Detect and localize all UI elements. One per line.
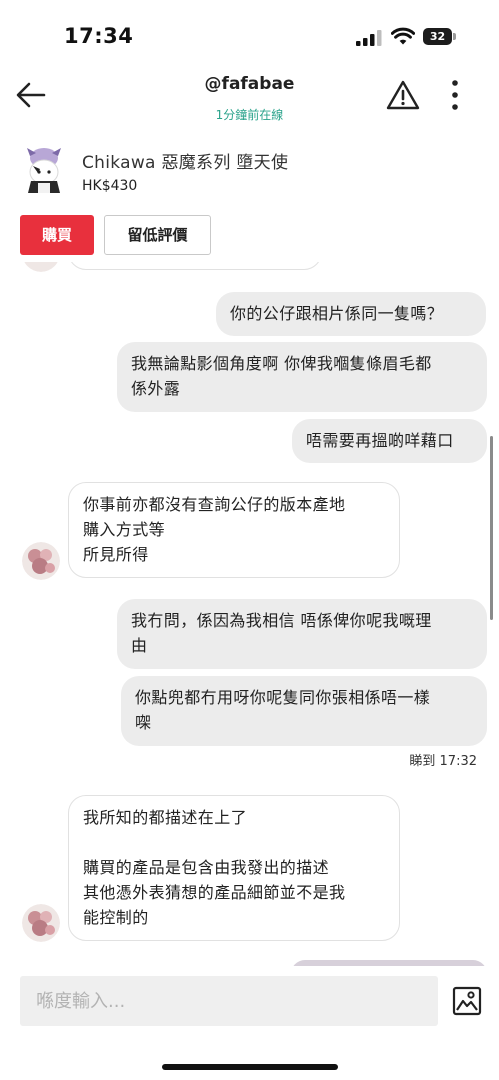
- more-vertical-icon[interactable]: [444, 78, 466, 112]
- composer: [0, 966, 499, 1080]
- product-thumbnail[interactable]: [22, 145, 66, 197]
- online-status: 1分鐘前在線: [215, 108, 284, 122]
- message-bubble: 你事前亦都沒有查詢公仔的版本產地 購入方式等 所見所得: [68, 482, 400, 578]
- signal-icon: [356, 30, 382, 46]
- avatar[interactable]: [22, 904, 60, 942]
- message-list[interactable]: 你的公仔跟相片係同一隻嗎？ 我無論點影個角度啊 你俾我嗰隻條眉毛都 係外露 唔需…: [0, 262, 499, 966]
- battery-level: 32: [429, 30, 446, 43]
- avatar[interactable]: [22, 542, 60, 580]
- product-price: HK$430: [82, 178, 138, 194]
- status-bar: 17:34 32: [0, 0, 499, 66]
- battery-icon: 32: [423, 28, 456, 45]
- buy-button[interactable]: 購買: [20, 215, 94, 255]
- message-bubble: 唔需要再搵啲咩藉口: [292, 419, 487, 463]
- message-bubble: 我無論點影個角度啊 你俾我嗰隻條眉毛都 係外露: [117, 342, 487, 412]
- message-bubble-partial: [68, 262, 322, 270]
- status-time: 17:34: [64, 24, 134, 48]
- message-bubble: 你的公仔跟相片係同一隻嗎？: [216, 292, 486, 336]
- message-bubble: 你點兜都冇用呀你呢隻同你張相係唔一樣 㗎: [121, 676, 487, 746]
- product-card: Chikawa 惡魔系列 墮天使 HK$430 購買 留低評價: [0, 140, 499, 270]
- message-input[interactable]: [20, 976, 438, 1026]
- chat-username[interactable]: @fafabae: [0, 74, 499, 94]
- message-bubble: 我所知的都描述在上了 購買的產品是包含由我發出的描述 其他憑外表猜想的產品細節並…: [68, 795, 400, 941]
- read-receipt: 睇到 17:32: [409, 754, 477, 769]
- home-indicator: [162, 1064, 338, 1070]
- wifi-icon: [391, 27, 415, 45]
- product-name[interactable]: Chikawa 惡魔系列 墮天使: [82, 148, 288, 173]
- scrollbar[interactable]: [490, 436, 493, 620]
- warning-icon[interactable]: [386, 79, 420, 111]
- avatar[interactable]: [22, 262, 60, 272]
- message-bubble: 我冇問，係因為我相信 唔係俾你呢我嘅理 由: [117, 599, 487, 669]
- chat-header: @fafabae 1分鐘前在線: [0, 66, 499, 128]
- image-upload-icon[interactable]: [452, 986, 482, 1016]
- leave-review-button[interactable]: 留低評價: [104, 215, 211, 255]
